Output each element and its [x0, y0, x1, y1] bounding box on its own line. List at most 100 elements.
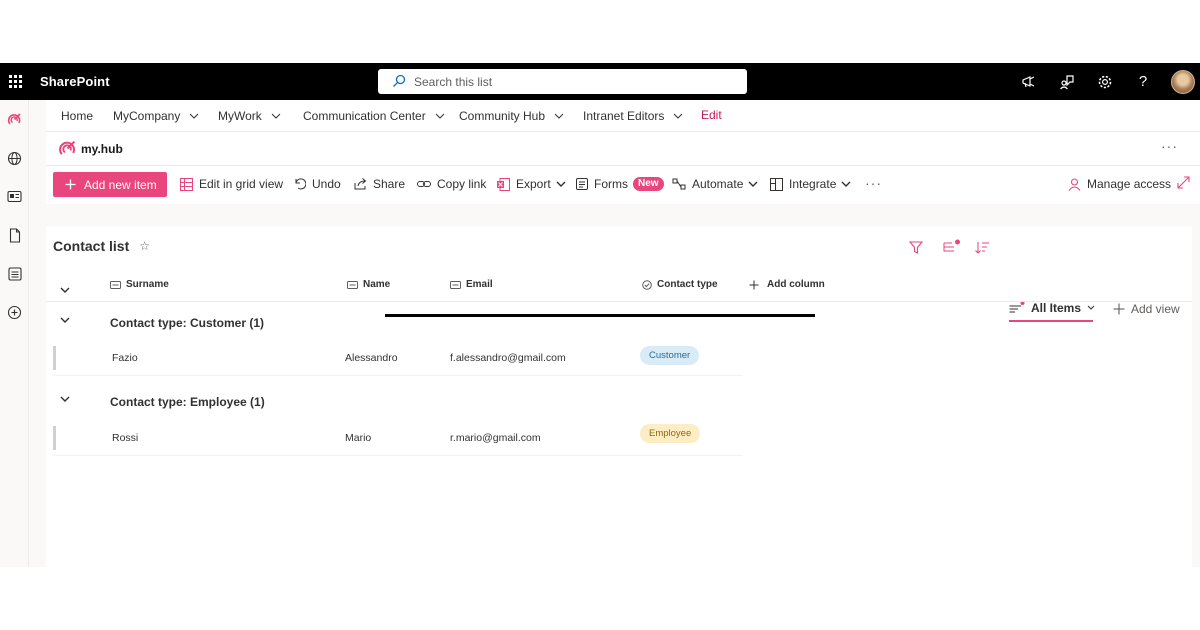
hubnav-item-label: Intranet Editors: [583, 109, 665, 123]
undo-label: Undo: [312, 177, 341, 191]
search-box[interactable]: [378, 69, 747, 94]
left-app-rail: [0, 100, 29, 567]
integrate-label: Integrate: [789, 177, 837, 191]
plus-icon: [749, 280, 759, 289]
undo-button[interactable]: Undo: [294, 177, 341, 191]
automate-button[interactable]: Automate: [672, 177, 758, 191]
group-header-employee[interactable]: Contact type: Employee (1): [46, 386, 1192, 416]
link-icon: [417, 181, 431, 187]
site-header: my.hub ···: [46, 132, 1200, 166]
contact-type-pill-customer: Customer: [640, 346, 700, 365]
feedback-icon[interactable]: [1048, 63, 1086, 100]
filter-icon[interactable]: [909, 241, 923, 254]
hubnav-item-mywork[interactable]: MyWork: [218, 109, 281, 123]
hubnav-item-label: Home: [61, 109, 94, 123]
export-label: Export: [516, 177, 551, 191]
command-bar: Add new item Edit in grid view Undo Shar…: [46, 166, 1200, 204]
avatar[interactable]: [1171, 69, 1195, 94]
contact-type-pill-employee: Employee: [640, 424, 701, 443]
chevron-down-icon: [556, 181, 566, 187]
group-title: Contact type: Customer (1): [110, 316, 265, 330]
cell-name: Alessandro: [345, 352, 398, 364]
chevron-down-icon: [435, 113, 445, 119]
cell-email: r.mario@gmail.com: [450, 432, 541, 444]
command-bar-separator: [46, 204, 1200, 226]
myhub-logo-icon: [59, 140, 76, 155]
column-header-name[interactable]: Name: [347, 279, 390, 290]
site-logo[interactable]: my.hub: [58, 139, 123, 158]
chevron-down-icon: [674, 113, 683, 119]
help-icon[interactable]: ?: [1124, 63, 1162, 100]
hubnav-item-home[interactable]: Home: [61, 109, 93, 123]
sort-icon[interactable]: [975, 241, 990, 254]
megaphone-icon[interactable]: [1010, 63, 1048, 100]
search-icon: [393, 74, 406, 87]
chevron-down-icon: [271, 113, 281, 119]
excel-icon: [497, 177, 510, 191]
more-commands-button[interactable]: ···: [865, 175, 882, 191]
chevron-down-icon: [841, 181, 851, 187]
automate-label: Automate: [692, 177, 744, 191]
list-title: Contact list ☆: [53, 238, 150, 254]
app-name[interactable]: SharePoint: [40, 74, 110, 89]
grid-icon: [180, 177, 193, 191]
copy-link-button[interactable]: Copy link: [417, 177, 486, 191]
list-title-text: Contact list: [53, 238, 130, 254]
edit-grid-view-button[interactable]: Edit in grid view: [180, 177, 283, 191]
table-row[interactable]: Rossi Mario r.mario@gmail.com Employee: [53, 422, 743, 456]
site-more-button[interactable]: ···: [1161, 138, 1178, 154]
manage-access-label: Manage access: [1087, 177, 1172, 191]
plus-icon: [65, 179, 76, 190]
cell-email: f.alessandro@gmail.com: [450, 352, 566, 364]
hubnav-item-mycompany[interactable]: MyCompany: [113, 109, 199, 123]
myhub-logo-icon[interactable]: [7, 112, 22, 127]
news-icon[interactable]: [7, 189, 22, 204]
column-header-email[interactable]: Email: [450, 279, 493, 290]
globe-icon[interactable]: [7, 151, 22, 166]
search-input[interactable]: [414, 73, 734, 90]
column-header-contact-type[interactable]: Contact type: [642, 279, 718, 290]
forms-icon: [576, 178, 588, 190]
share-button[interactable]: Share: [354, 177, 405, 191]
hubnav-item-intranet-editors[interactable]: Intranet Editors: [583, 109, 683, 123]
add-column-button[interactable]: Add column: [749, 279, 825, 290]
list-icon[interactable]: [7, 266, 22, 281]
hub-navigation: Home MyCompany MyWork Communication Cent…: [46, 100, 1200, 132]
integrate-button[interactable]: Integrate: [770, 177, 851, 191]
choice-check-icon: [642, 279, 652, 290]
document-icon[interactable]: [7, 228, 22, 243]
add-circle-icon[interactable]: [7, 305, 22, 320]
text-field-icon: [450, 280, 461, 289]
chevron-down-icon[interactable]: [60, 317, 70, 323]
hubnav-item-community-hub[interactable]: Community Hub: [459, 109, 564, 123]
table-row[interactable]: Fazio Alessandro f.alessandro@gmail.com …: [53, 342, 743, 376]
hubnav-item-communication-center[interactable]: Communication Center: [303, 109, 445, 123]
column-header-surname[interactable]: Surname: [110, 279, 169, 290]
hubnav-edit-link[interactable]: Edit: [701, 108, 722, 122]
suite-icons: ?: [1010, 63, 1200, 100]
text-field-icon: [347, 280, 358, 289]
manage-access-button[interactable]: Manage access: [1068, 177, 1171, 191]
favorite-star-icon[interactable]: ☆: [139, 239, 150, 253]
expand-icon[interactable]: [1177, 176, 1196, 189]
add-new-item-button[interactable]: Add new item: [53, 172, 167, 197]
column-label: Surname: [126, 279, 169, 290]
flow-icon: [672, 178, 686, 190]
group-header-customer[interactable]: Contact type: Customer (1): [46, 307, 1192, 337]
column-label: Name: [363, 279, 391, 290]
chevron-down-icon: [190, 113, 199, 119]
share-icon: [354, 178, 367, 190]
cell-surname: Fazio: [112, 352, 138, 364]
group-by-icon[interactable]: [943, 239, 961, 254]
export-button[interactable]: Export: [497, 177, 566, 191]
gear-icon[interactable]: [1086, 63, 1124, 100]
hubnav-item-label: MyCompany: [113, 109, 181, 123]
integrate-icon: [770, 177, 783, 191]
app-launcher-icon[interactable]: [9, 75, 22, 88]
column-label: Email: [466, 279, 493, 290]
site-logo-text: my.hub: [81, 141, 123, 156]
collapse-all-chevron-icon[interactable]: [60, 280, 70, 298]
forms-button[interactable]: Forms New: [576, 177, 664, 191]
chevron-down-icon[interactable]: [60, 396, 70, 402]
hubnav-item-label: Communication Center: [303, 109, 426, 123]
